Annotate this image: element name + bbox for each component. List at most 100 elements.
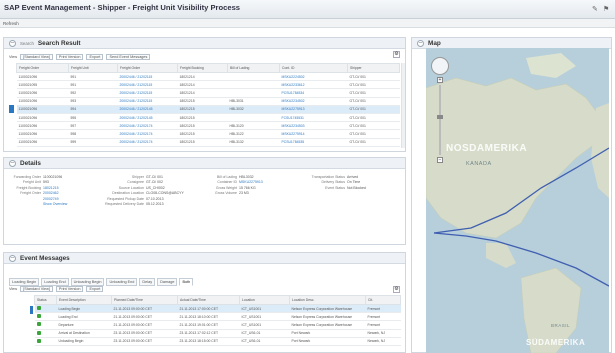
view-select[interactable]: [Standard View] [20,286,53,292]
collapse-toggle[interactable]: – [9,254,16,262]
table-row[interactable]: 1100021096 599 20002446 / 21202174 18021215… [16,138,400,147]
column-header[interactable]: Bill of Lading [227,63,280,73]
table-row[interactable]: 1100021096 595 20002446 / 21202145 18021215… [16,113,400,123]
column-header[interactable]: Location [239,295,290,305]
table-cell[interactable]: 20002446 / 21202115 [117,72,178,82]
table-cell[interactable]: MSKU2234503 [279,121,348,131]
map-pan-control[interactable] [431,57,449,75]
table-row[interactable]: 1100021096 594 20002446 / 21202145 18021215… [16,105,400,114]
column-header[interactable]: Freight Unit [68,63,118,73]
column-header[interactable]: Actual Date/Time [177,295,240,305]
table-cell[interactable]: 20002446 / 21202115 [117,97,178,106]
table-row[interactable]: Arrival at Destination 23.11.2013 09:00:0… [34,329,401,338]
table-cell: Loading Begin [56,304,112,314]
table-cell: 18021214 [177,88,228,98]
event-toolbar: View [Standard View] Print Version Expor… [9,285,104,293]
print-version-button[interactable]: Print Version [55,54,84,60]
table-row[interactable]: Loading End 21.11.2013 09:00:00 CET 21.11.… [34,312,401,322]
table-row[interactable]: Loading Begin 21.11.2013 09:00:00 CET 21.1… [34,304,401,314]
table-cell: ICT_US1001 [239,304,290,314]
column-header[interactable]: Freight Order [117,63,178,73]
table-cell[interactable]: MSKU2234502 [279,97,348,106]
table-cell[interactable]: PCSU1784534 [279,88,348,98]
table-cell[interactable]: MSKU2275913 [279,105,348,114]
export-button[interactable]: Export [86,54,104,60]
table-cell: Loading End [56,312,112,322]
search-toolbar: View [Standard View] Print Version Expor… [9,53,151,61]
column-header[interactable]: Planned Date/Time [111,295,178,305]
table-row[interactable]: 1100021096 592 20002446 / 21202115 18021214… [16,88,400,98]
table-row[interactable]: 1100021096 598 20002446 / 21202174 18021215… [16,129,400,139]
settings-icon[interactable]: ⚙ [393,286,400,293]
table-cell: Arrival at Destination [56,329,112,338]
table-cell: GT-Ci/ 001 [347,80,400,90]
details-header: – Details [4,158,405,169]
table-row[interactable]: 1100021096 597 20002446 / 21202174 18021215… [16,121,400,131]
refresh-button[interactable]: Refresh [3,21,19,26]
table-cell[interactable]: 20002446 / 21202115 [117,80,178,90]
column-header[interactable]: Event Description [56,295,112,305]
table-row[interactable]: Departure 21.11.2013 09:00:00 CET 21.11.20… [34,320,401,330]
table-cell[interactable]: PCSU1784535 [279,138,348,147]
table-cell: GT-Ci/ 001 [347,121,400,131]
event-tab[interactable]: Delay [139,278,156,286]
print-version-button[interactable]: Print Version [55,286,84,292]
view-select[interactable]: [Standard View] [20,54,53,60]
table-cell[interactable]: 20002446 / 21202174 [117,129,178,139]
event-tab[interactable]: Unloading End [106,278,138,286]
map-label-continent: SÜDAMERIKA [526,338,586,347]
table-cell: GT-Ci/ 001 [347,97,400,106]
table-cell[interactable]: MSKU2224502 [279,72,348,82]
column-header[interactable]: Cit. [365,295,401,305]
table-cell[interactable]: 20002446 / 21202115 [117,88,178,98]
row-selector[interactable] [30,306,33,314]
column-header[interactable]: Location Desc. [289,295,366,305]
table-cell: Port Newark [289,337,366,346]
details-col-4: Transportation Status Arrived Delivery Sta… [301,175,366,191]
table-row[interactable]: 1100021096 593 20002446 / 21202115 18021215… [16,97,400,106]
zoom-in-button[interactable]: + [437,77,443,83]
collapse-toggle[interactable]: – [9,159,16,167]
table-cell[interactable]: 20002446 / 21202145 [117,113,178,123]
row-selector[interactable] [9,105,14,113]
detail-value[interactable]: Show Overview [43,202,67,207]
collapse-toggle[interactable]: – [417,39,424,47]
collapse-toggle[interactable]: – [9,39,16,47]
event-tab[interactable]: Damage [157,278,178,286]
table-cell[interactable]: FCSU1745531 [279,113,348,123]
table-cell[interactable]: MSKU2233612 [279,80,348,90]
table-cell: 598 [68,129,118,139]
help-icon[interactable]: ⚑ [603,5,609,13]
table-cell: 599 [68,138,118,147]
column-header[interactable]: Cont. ID [279,63,348,73]
column-header[interactable]: Status [34,295,57,305]
table-row[interactable]: Unloading Begin 23.11.2013 09:00:00 CET 23… [34,337,401,346]
export-button[interactable]: Export [86,286,104,292]
send-event-messages-button[interactable]: Send Event Messages [106,54,151,60]
table-row[interactable]: 1100021095 591 20002446 / 21202115 18021214… [16,80,400,90]
settings-icon[interactable]: ⚙ [393,51,400,58]
table-row[interactable]: 1100021096 591 20002446 / 21202115 18021214… [16,72,400,82]
column-header[interactable]: Freight Booking [177,63,228,73]
table-cell[interactable]: 20002446 / 21202174 [117,138,178,147]
table-cell: 591 [68,72,118,82]
event-tab[interactable]: Both [179,278,194,286]
map-canvas[interactable]: + − NOSDAMERIKA KANADA BRASIL SÜDAMERIKA [426,48,609,353]
table-cell[interactable]: 20002446 / 21202145 [117,105,178,114]
column-header[interactable]: Shipper [347,63,400,73]
zoom-slider-thumb[interactable] [437,115,443,119]
zoom-slider[interactable] [437,85,443,155]
personalize-icon[interactable]: ✎ [592,5,598,13]
table-cell: 23.11.2013 17:02:12 CET [177,329,240,338]
table-cell[interactable]: MSKU2275914 [279,129,348,139]
table-cell[interactable]: 20002446 / 21202174 [117,121,178,131]
search-result-panel: – Search Search Result View [Standard Vie… [3,37,406,152]
detail-value: Not Blocked [347,185,366,190]
search-scrollbar[interactable] [401,63,405,148]
table-cell: 18021214 [177,72,228,82]
table-cell: Departure [56,320,112,330]
app-title-bar: SAP Event Management - Shipper - Freight… [0,0,615,19]
zoom-out-button[interactable]: − [437,157,443,163]
column-header[interactable]: Freight Order [16,63,69,73]
table-cell: Nelson Express Corporation Warehouse [289,304,366,314]
